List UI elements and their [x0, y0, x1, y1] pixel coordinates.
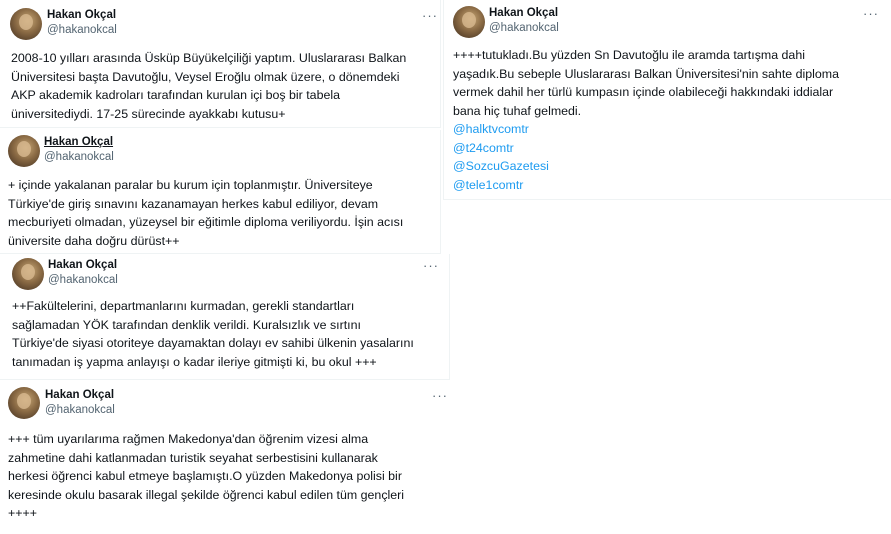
tweet-line: + içinde yakalanan paralar bu kurum için… [8, 178, 373, 192]
more-options-icon[interactable]: ··· [423, 259, 439, 272]
author-name[interactable]: Hakan Okçal [489, 7, 558, 19]
tweet-line: 2008-10 yılları arasında Üsküp Büyükelçi… [11, 51, 407, 65]
tweet-line: ++++tutukladı.Bu yüzden Sn Davutoğlu ile… [453, 48, 805, 62]
tweet-text: 2008-10 yılları arasında Üsküp Büyükelçi… [11, 49, 406, 123]
more-options-icon[interactable]: ··· [422, 9, 438, 22]
tweet-3[interactable]: Hakan Okçal @hakanokcal ··· ++Fakülteler… [0, 254, 450, 380]
tweet-line: sağlamadan YÖK tarafından denklik verild… [12, 317, 361, 332]
tweet-text: +++ tüm uyarılarıma rağmen Makedonya'dan… [8, 430, 404, 523]
avatar[interactable] [8, 135, 40, 167]
tweet-line: ++++ [8, 506, 37, 520]
author-name[interactable]: Hakan Okçal [47, 9, 116, 21]
avatar[interactable] [453, 6, 485, 38]
tweet-line: keresinde okulu basarak illegal şekilde … [8, 487, 405, 502]
tweet-line: ++Fakültelerini, departmanlarını kurmada… [12, 299, 355, 313]
mention-link[interactable]: @tele1comtr [453, 176, 839, 195]
tweet-line: üniversitediydi. 17-25 sürecinde ayakkab… [11, 106, 286, 121]
author-handle[interactable]: @hakanokcal [45, 404, 115, 416]
tweet-text: + içinde yakalanan paralar bu kurum için… [8, 176, 403, 250]
tweet-line: +++ tüm uyarılarıma rağmen Makedonya'dan… [8, 432, 369, 446]
tweet-line: bana hiç tuhaf gelmedi. [453, 103, 582, 118]
author-name[interactable]: Hakan Okçal [48, 259, 117, 271]
tweet-text: ++++tutukladı.Bu yüzden Sn Davutoğlu ile… [453, 46, 839, 194]
more-options-icon[interactable]: ··· [863, 7, 879, 20]
mention-link[interactable]: @SozcuGazetesi [453, 157, 839, 176]
tweet-1[interactable]: Hakan Okçal @hakanokcal ··· 2008-10 yıll… [0, 0, 441, 128]
tweet-4[interactable]: Hakan Okçal @hakanokcal ··· +++ tüm uyar… [0, 382, 450, 534]
avatar[interactable] [10, 8, 42, 40]
tweet-line: Türkiye'de siyasi otoriteye dayamaktan d… [12, 336, 414, 350]
author-handle[interactable]: @hakanokcal [44, 151, 114, 163]
author-handle[interactable]: @hakanokcal [489, 22, 559, 34]
tweet-line: tanımadan iş yapma anlayışı o kadar iler… [12, 354, 377, 369]
tweet-line: yaşadık.Bu sebeple Uluslararası Balkan Ü… [453, 66, 839, 81]
tweet-line: üniversite daha doğru dürüst++ [8, 233, 180, 248]
tweet-line: zahmetine dahi katlanmadan turistik seya… [8, 450, 378, 465]
tweet-line: Üniversitesi başta Davutoğlu, Veysel Ero… [11, 69, 400, 84]
tweet-2[interactable]: Hakan Okçal @hakanokcal + içinde yakalan… [0, 130, 441, 254]
author-name[interactable]: Hakan Okçal [45, 389, 114, 401]
author-handle[interactable]: @hakanokcal [47, 24, 117, 36]
tweet-line: herkesi öğrenci kabul etmeye başlamıştı.… [8, 469, 402, 483]
tweet-line: mecburiyeti olmadan, yüzeysel bir eğitim… [8, 215, 404, 229]
avatar[interactable] [8, 387, 40, 419]
author-handle[interactable]: @hakanokcal [48, 274, 118, 286]
tweet-text: ++Fakültelerini, departmanlarını kurmada… [12, 297, 414, 371]
tweet-line: Türkiye'de giriş sınavını kazanamayan he… [8, 196, 379, 211]
tweet-line: AKP akademik kadroları tarafından kurula… [11, 88, 340, 102]
more-options-icon[interactable]: ··· [432, 389, 448, 402]
tweet-line: vermek dahil her türlü kumpasın içinde o… [453, 85, 834, 99]
avatar[interactable] [12, 258, 44, 290]
mention-link[interactable]: @halktvcomtr [453, 120, 839, 139]
tweet-5[interactable]: Hakan Okçal @hakanokcal ··· ++++tutuklad… [443, 0, 891, 200]
author-name[interactable]: Hakan Okçal [44, 136, 113, 148]
mention-link[interactable]: @t24comtr [453, 139, 839, 158]
